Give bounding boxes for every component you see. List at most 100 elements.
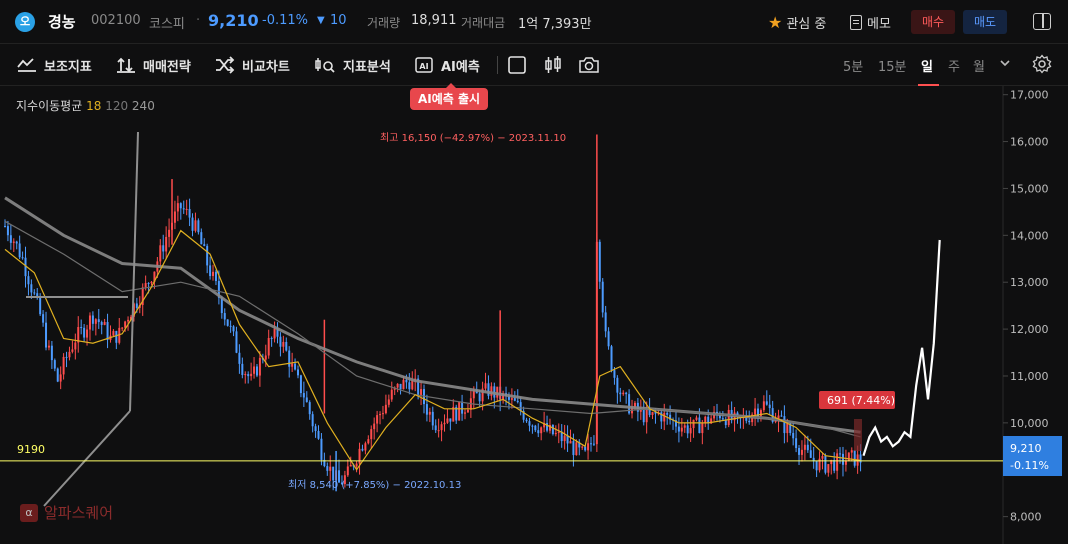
candle-body [191, 217, 194, 231]
buy-sell-arrows-icon [117, 57, 135, 73]
chart-toolbar: 보조지표 매매전략 비교차트 지표분석 AI AI예측 5분 15분 일 주 월 [0, 44, 1068, 86]
candle-body [91, 315, 94, 324]
y-tick-label: 10,000 [1010, 417, 1049, 430]
candle-body [613, 370, 616, 378]
period-dropdown-chevron-icon[interactable] [999, 57, 1011, 73]
candle-body [226, 319, 229, 326]
candle-body [367, 439, 370, 444]
y-tick-label: 17,000 [1010, 89, 1049, 102]
candle-body [425, 404, 428, 415]
screenshot-button[interactable] [578, 54, 600, 76]
candle-body [525, 419, 528, 422]
candle-body [115, 331, 118, 343]
candle-body [411, 380, 414, 390]
sell-button[interactable]: 매도 [963, 10, 1007, 34]
chart-style-button[interactable] [507, 54, 527, 76]
candle-body [408, 382, 411, 390]
low-annotation: 최저 8,540 (+7.85%) − 2022.10.13 [288, 479, 461, 491]
period-15min[interactable]: 15분 [878, 56, 907, 75]
candle-body [62, 356, 65, 375]
settings-gear-icon[interactable] [1032, 54, 1052, 78]
candle-body [294, 363, 297, 370]
watchlist-button[interactable]: ★ 관심 중 [768, 11, 826, 33]
candlestick-icon [545, 56, 561, 73]
candle-body [238, 352, 241, 364]
candle-body [824, 456, 827, 473]
candle-body [50, 345, 53, 361]
ma-legend[interactable]: 지수이동평균 18 120 240 [16, 97, 155, 114]
candle-body [68, 351, 71, 358]
period-month[interactable]: 월 [973, 56, 985, 75]
candle-body [100, 322, 103, 325]
candle-body [677, 426, 680, 432]
candle-body [9, 235, 12, 243]
candle-body [592, 443, 595, 445]
current-price-tag-price: 9,210 [1010, 442, 1042, 455]
strategy-button[interactable]: 매매전략 [115, 54, 191, 76]
candle-body [282, 341, 285, 347]
square-icon [508, 56, 526, 74]
price-chart[interactable]: 9190 최고 16,150 (−42.97%) − 2023.11.10 최저… [0, 86, 1068, 544]
candle-type-button[interactable] [543, 54, 563, 76]
memo-button[interactable]: 메모 [850, 11, 891, 33]
candle-body [291, 363, 294, 367]
candle-body [680, 427, 683, 432]
stock-code: 002100 [91, 13, 141, 28]
candle-body [695, 417, 698, 420]
candle-body [557, 431, 560, 433]
candle-body [390, 389, 393, 400]
ai-forecast-button[interactable]: AI AI예측 [413, 54, 480, 76]
candle-body [727, 409, 730, 426]
candle-body [326, 466, 329, 471]
ma-legend-120: 120 [105, 99, 129, 113]
period-5min[interactable]: 5분 [843, 56, 863, 75]
candle-body [569, 441, 572, 444]
trade-value: 1억 7,393만 [518, 17, 592, 32]
candle-body [200, 232, 203, 245]
period-day[interactable]: 일 [921, 56, 933, 75]
candle-body [308, 402, 311, 415]
candle-body [6, 226, 9, 236]
candle-body [434, 425, 437, 431]
y-tick-label: 8,000 [1010, 511, 1042, 524]
candle-body [355, 463, 358, 467]
analysis-button[interactable]: 지표분석 [313, 54, 391, 76]
candle-body [376, 415, 379, 424]
indicator-chart-icon [17, 58, 36, 72]
candle-body [168, 229, 171, 237]
candle-body [642, 408, 645, 423]
candle-body [821, 456, 824, 459]
compare-button[interactable]: 비교차트 [214, 54, 290, 76]
candle-body [214, 271, 217, 282]
trade-value-label: 거래대금 [461, 16, 506, 30]
candle-body [836, 453, 839, 471]
y-tick-label: 12,000 [1010, 323, 1049, 336]
strategy-label: 매매전략 [143, 59, 191, 75]
side-panel-icon[interactable] [1033, 13, 1051, 30]
candle-body [94, 319, 97, 324]
candle-body [815, 461, 818, 471]
candle-body [185, 208, 188, 210]
candle-body [147, 283, 150, 285]
stock-header: 오 경농 002100 코스피 · 9,210 -0.11% ▼ 10 거래량 … [0, 0, 1068, 44]
candle-body [803, 444, 806, 450]
candle-body [625, 392, 628, 395]
candle-body [220, 297, 223, 314]
candle-body [513, 398, 516, 401]
candle-body [683, 425, 686, 428]
candle-body [144, 283, 147, 288]
period-week[interactable]: 주 [948, 56, 960, 75]
volume-value: 18,911 [411, 13, 457, 28]
candle-body [18, 243, 21, 258]
y-tick-label: 13,000 [1010, 276, 1049, 289]
indicators-button[interactable]: 보조지표 [16, 54, 92, 76]
candle-body [847, 452, 850, 461]
candle-body [381, 413, 384, 415]
candle-body [4, 225, 6, 227]
stock-name[interactable]: 경농 [48, 11, 76, 32]
buy-button[interactable]: 매수 [911, 10, 955, 34]
current-price-tag-change: -0.11% [1010, 459, 1049, 472]
projection-tag-text: 691 (7.44%) [827, 394, 895, 407]
candle-body [235, 331, 238, 353]
candle-body [30, 284, 33, 293]
